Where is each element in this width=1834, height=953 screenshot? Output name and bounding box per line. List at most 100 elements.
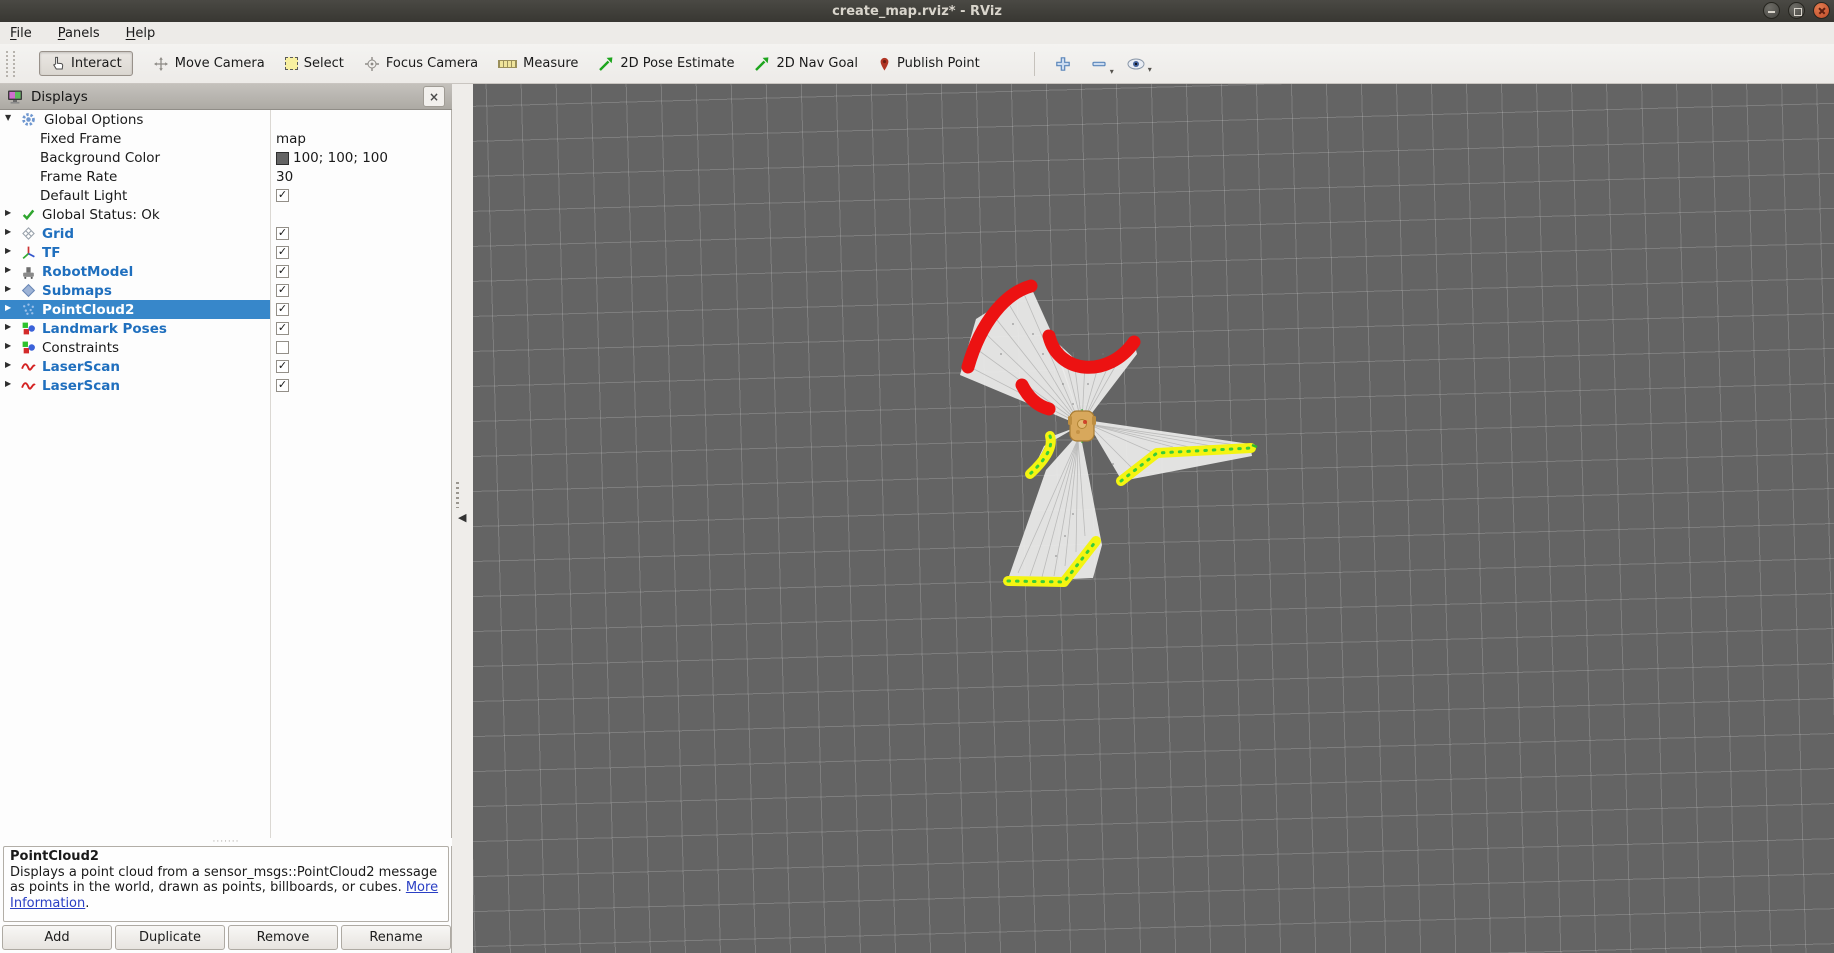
row-laserscan-2[interactable]: ▶ LaserScan ✓ — [0, 376, 451, 395]
display-name: PointCloud2 — [42, 302, 134, 318]
grid-display-icon — [21, 226, 36, 241]
expand-arrow-icon[interactable]: ▶ — [5, 360, 11, 369]
toolbar-separator — [1034, 52, 1035, 76]
checkbox[interactable]: ✓ — [276, 227, 289, 240]
pose-estimate-button[interactable]: 2D Pose Estimate — [598, 56, 734, 72]
display-name: LaserScan — [42, 359, 120, 375]
row-default-light[interactable]: Default Light ✓ — [0, 186, 451, 205]
row-constraints[interactable]: ▶ Constraints — [0, 338, 451, 357]
row-robotmodel[interactable]: ▶ RobotModel ✓ — [0, 262, 451, 281]
expand-arrow-icon[interactable]: ▶ — [5, 208, 11, 217]
interact-button[interactable]: Interact — [39, 51, 133, 76]
tool-label: 2D Pose Estimate — [620, 56, 734, 71]
measure-button[interactable]: Measure — [498, 56, 578, 71]
remove-button[interactable]: Remove — [228, 925, 338, 950]
duplicate-button[interactable]: Duplicate — [115, 925, 225, 950]
displays-panel-header[interactable]: Displays × — [0, 84, 452, 110]
row-label: Global Options — [44, 112, 143, 128]
expand-arrow-icon[interactable]: ▶ — [5, 227, 11, 236]
menu-panels[interactable]: Panels — [58, 26, 100, 41]
tool-label: Publish Point — [897, 56, 980, 71]
add-display-button[interactable] — [1055, 56, 1071, 72]
property-name: Background Color — [40, 150, 160, 166]
expand-arrow-icon[interactable]: ▶ — [5, 265, 11, 274]
checkbox[interactable] — [276, 341, 289, 354]
rename-button[interactable]: Rename — [341, 925, 451, 950]
expand-arrow-icon[interactable]: ▶ — [5, 284, 11, 293]
minus-icon — [1091, 56, 1107, 72]
expand-arrow-icon[interactable]: ▼ — [5, 113, 11, 122]
display-name: Submaps — [42, 283, 112, 299]
eye-icon — [1127, 58, 1145, 70]
3d-viewport[interactable] — [473, 84, 1834, 953]
row-global-options[interactable]: ▼ Global Options — [0, 110, 451, 129]
property-value[interactable]: 100; 100; 100 — [293, 150, 388, 166]
row-submaps[interactable]: ▶ Submaps ✓ — [0, 281, 451, 300]
panel-viewport-splitter[interactable]: ◀ — [452, 84, 473, 953]
panel-splitter[interactable]: ······· — [0, 838, 452, 846]
checkbox[interactable]: ✓ — [276, 189, 289, 202]
green-arrow-icon — [754, 56, 770, 72]
interact-hand-icon — [50, 56, 65, 71]
tf-axes-icon — [21, 245, 36, 260]
laserscan-icon — [21, 378, 36, 393]
row-tf[interactable]: ▶ TF ✓ — [0, 243, 451, 262]
splitter-grip[interactable] — [456, 482, 459, 508]
checkbox[interactable]: ✓ — [276, 322, 289, 335]
row-laserscan-1[interactable]: ▶ LaserScan ✓ — [0, 357, 451, 376]
add-button[interactable]: Add — [2, 925, 112, 950]
expand-arrow-icon[interactable]: ▶ — [5, 341, 11, 350]
publish-point-button[interactable]: Publish Point — [878, 56, 980, 72]
checkbox[interactable]: ✓ — [276, 303, 289, 316]
property-name: Default Light — [40, 188, 127, 204]
property-value[interactable]: 30 — [276, 169, 293, 185]
tool-label: Interact — [71, 56, 122, 71]
dropdown-caret-icon[interactable]: ▾ — [1110, 67, 1114, 76]
panel-close-button[interactable]: × — [423, 86, 445, 107]
nav-goal-button[interactable]: 2D Nav Goal — [754, 56, 858, 72]
green-arrow-icon — [598, 56, 614, 72]
expand-arrow-icon[interactable]: ▶ — [5, 303, 11, 312]
row-global-status[interactable]: ▶ Global Status: Ok — [0, 205, 451, 224]
plus-icon — [1055, 56, 1071, 72]
menubar: File Panels Help — [0, 22, 1834, 44]
displays-tree: ▼ Global Options Fixed Frame map Backgro… — [0, 110, 451, 838]
property-name: Fixed Frame — [40, 131, 121, 147]
collapse-panel-icon[interactable]: ◀ — [458, 512, 466, 523]
focus-camera-button[interactable]: Focus Camera — [364, 56, 478, 72]
toolbar-grip[interactable] — [6, 51, 15, 77]
titlebar[interactable]: create_map.rviz* - RViz — [0, 0, 1834, 22]
markers-icon — [21, 340, 36, 355]
expand-arrow-icon[interactable]: ▶ — [5, 246, 11, 255]
checkbox[interactable]: ✓ — [276, 284, 289, 297]
row-pointcloud2[interactable]: ▶ PointCloud2 ✓ — [0, 300, 451, 319]
gear-icon — [21, 112, 36, 127]
checkbox[interactable]: ✓ — [276, 360, 289, 373]
row-landmark-poses[interactable]: ▶ Landmark Poses ✓ — [0, 319, 451, 338]
select-button[interactable]: Select — [285, 56, 344, 71]
close-icon[interactable] — [1813, 2, 1830, 19]
expand-arrow-icon[interactable]: ▶ — [5, 379, 11, 388]
dropdown-caret-icon[interactable]: ▾ — [1148, 65, 1152, 74]
color-swatch[interactable] — [276, 152, 289, 165]
robot-model-icon — [21, 264, 36, 279]
menu-file[interactable]: File — [10, 26, 32, 41]
expand-arrow-icon[interactable]: ▶ — [5, 322, 11, 331]
row-background-color[interactable]: Background Color 100; 100; 100 — [0, 148, 451, 167]
menu-help[interactable]: Help — [126, 26, 156, 41]
property-value[interactable]: map — [276, 131, 306, 147]
row-fixed-frame[interactable]: Fixed Frame map — [0, 129, 451, 148]
visibility-button[interactable]: ▾ — [1127, 58, 1145, 70]
tool-label: Measure — [523, 56, 578, 71]
minimize-icon[interactable] — [1763, 2, 1780, 19]
move-camera-button[interactable]: Move Camera — [153, 56, 265, 72]
row-label: Global Status: Ok — [42, 207, 160, 223]
tool-label: 2D Nav Goal — [776, 56, 858, 71]
row-frame-rate[interactable]: Frame Rate 30 — [0, 167, 451, 186]
row-grid[interactable]: ▶ Grid ✓ — [0, 224, 451, 243]
checkbox[interactable]: ✓ — [276, 246, 289, 259]
checkbox[interactable]: ✓ — [276, 379, 289, 392]
remove-display-button[interactable]: ▾ — [1091, 56, 1107, 72]
maximize-icon[interactable] — [1788, 2, 1805, 19]
checkbox[interactable]: ✓ — [276, 265, 289, 278]
